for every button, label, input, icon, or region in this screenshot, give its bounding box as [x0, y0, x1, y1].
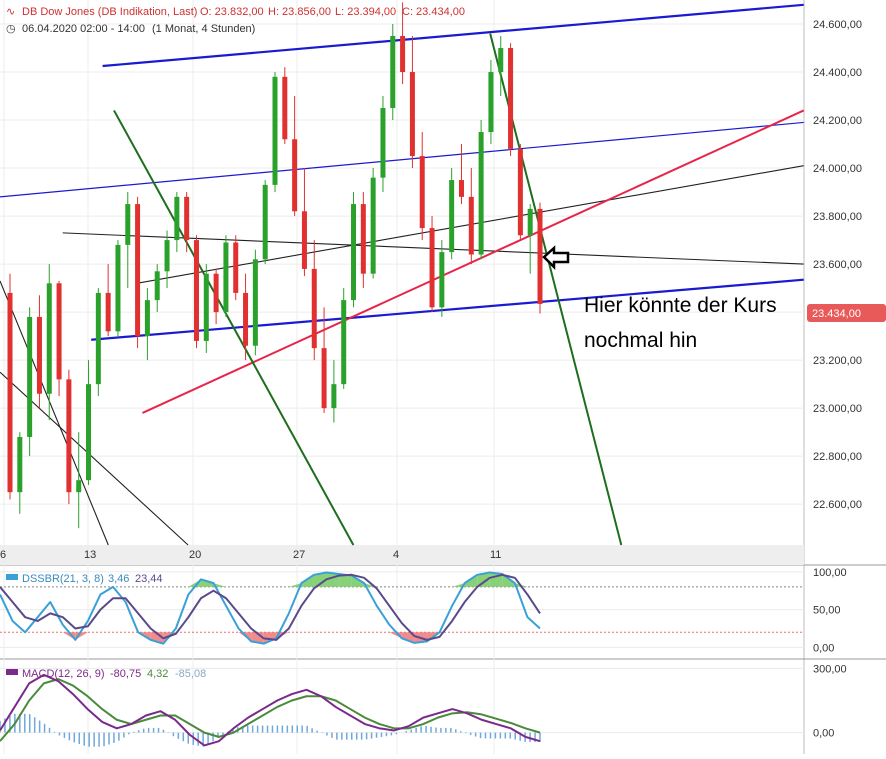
candle-body: [272, 76, 278, 185]
candle-body: [7, 292, 13, 493]
candle-body: [409, 72, 415, 157]
chart-svg: 22.600,00 22.800,00 23.000,00 23.200,00 23.4…: [0, 0, 886, 754]
x-tick-label: 6: [0, 549, 6, 561]
candle-body: [390, 36, 396, 109]
header-instrument: DB Dow Jones (DB Indikation, Last): [22, 6, 197, 18]
dss-legend: DSSBR(21, 3, 8) 3,46 23,44: [6, 573, 163, 585]
candle-body: [419, 156, 425, 229]
price-badge-label: 23.434,00: [812, 308, 861, 320]
y-tick-label: 24.200,00: [813, 115, 862, 127]
y-tick-label: 23.200,00: [813, 355, 862, 367]
candle-body: [105, 292, 111, 332]
candle-body: [203, 273, 209, 341]
dss-legend-label: DSSBR(21, 3, 8): [22, 573, 104, 585]
candle-body: [115, 244, 121, 332]
candle-body: [252, 259, 258, 346]
candle-body: [213, 273, 219, 313]
candle-body: [292, 139, 298, 212]
header-low: L: 23.394,00: [335, 6, 396, 18]
macd-y-tick-label: 300,00: [813, 663, 847, 675]
chart-container: 22.600,00 22.800,00 23.000,00 23.200,00 23.4…: [0, 0, 886, 754]
candle-body: [429, 228, 435, 308]
header-range-icon: ◷: [6, 23, 16, 35]
header-close: C: 23.434,00: [402, 6, 465, 18]
macd-legend-value-1: -80,75: [110, 668, 141, 680]
candle-body: [36, 316, 42, 394]
candle-body: [135, 204, 141, 337]
candle-body: [262, 184, 268, 260]
annotation-line-1: Hier könnte der Kurs: [584, 294, 777, 317]
macd-legend-label: MACD(12, 26, 9): [22, 668, 105, 680]
candle-body: [154, 271, 160, 301]
candle-body: [311, 268, 317, 349]
candle-body: [370, 177, 376, 274]
x-tick-label: 27: [293, 549, 305, 561]
header-range: 06.04.2020 02:00 - 14:00: [22, 23, 145, 35]
candle-body: [400, 36, 406, 73]
dss-y-tick-label: 0,00: [813, 642, 834, 654]
candle-body: [243, 292, 249, 346]
candle-body: [193, 240, 199, 341]
x-tick-label: 4: [393, 549, 399, 561]
candle-body: [488, 72, 494, 133]
candle-body: [517, 148, 523, 236]
header-interval: (1 Monat, 4 Stunden): [152, 23, 255, 35]
candle-body: [321, 348, 327, 409]
x-tick-label: 11: [490, 549, 501, 561]
y-tick-label: 23.000,00: [813, 403, 862, 415]
macd-legend-value-3: -85,08: [175, 668, 206, 680]
y-tick-label: 24.400,00: [813, 67, 862, 79]
y-tick-label: 24.000,00: [813, 163, 862, 175]
candle-body: [508, 48, 514, 149]
dss-y-tick-label: 50,00: [813, 605, 841, 617]
dss-legend-value-2: 23,44: [135, 573, 163, 585]
candle-body: [125, 204, 131, 245]
macd-y-tick-label: 0,00: [813, 728, 834, 740]
candle-body: [17, 436, 23, 493]
candle-body: [468, 196, 474, 255]
y-tick-label: 22.600,00: [813, 499, 862, 511]
candle-body: [341, 300, 347, 385]
dss-y-tick-label: 100,00: [813, 567, 847, 579]
candle-body: [95, 292, 101, 385]
header-open: O: 23.832,00: [200, 6, 264, 18]
candle-body: [439, 252, 445, 308]
candle-body: [144, 300, 150, 337]
x-tick-label: 13: [84, 549, 96, 561]
candle-body: [76, 480, 82, 493]
candle-body: [66, 379, 72, 493]
candle-body: [223, 242, 229, 313]
candle-body: [164, 240, 170, 272]
candle-body: [27, 316, 33, 437]
dss-legend-value-1: 3,46: [108, 573, 129, 585]
y-tick-label: 24.600,00: [813, 19, 862, 31]
candle-body: [233, 242, 239, 293]
y-tick-label: 22.800,00: [813, 451, 862, 463]
price-badge: 23.434,00: [807, 304, 886, 322]
macd-legend-value-2: 4,32: [147, 668, 168, 680]
candle-body: [56, 283, 62, 380]
candle-body: [331, 384, 337, 409]
candle-body: [380, 108, 386, 178]
candle-body: [282, 76, 288, 140]
candle-body: [351, 204, 357, 301]
header-high: H: 23.856,00: [268, 6, 331, 18]
candle-body: [458, 180, 464, 197]
y-tick-label: 23.800,00: [813, 211, 862, 223]
candle-body: [184, 196, 190, 241]
candle-body: [301, 211, 307, 269]
candle-body: [174, 196, 180, 241]
candle-body: [360, 204, 366, 274]
candle-body: [86, 384, 92, 481]
annotation-line-2: nochmal hin: [584, 329, 697, 352]
y-tick-label: 23.600,00: [813, 259, 862, 271]
candle-body: [537, 208, 543, 304]
candle-body: [527, 208, 533, 236]
header-icon: ∿: [6, 6, 15, 18]
candle-body: [449, 180, 455, 253]
candle-body: [478, 132, 484, 255]
candle-body: [498, 48, 504, 73]
candle-body: [46, 283, 52, 394]
x-tick-label: 20: [189, 549, 201, 561]
